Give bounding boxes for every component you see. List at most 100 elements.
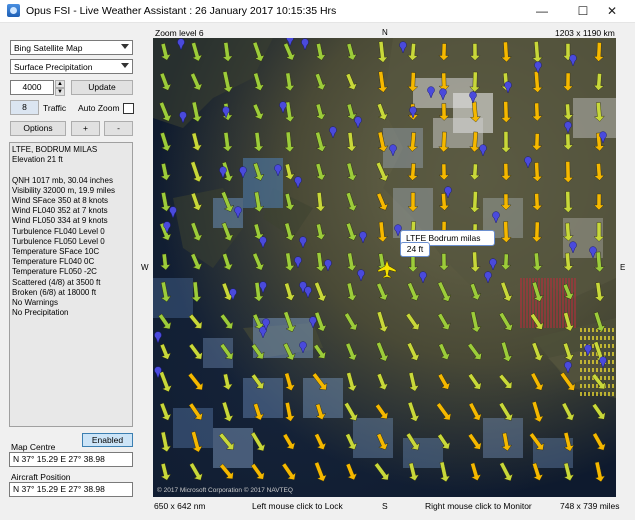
layer-select[interactable]: Surface Precipitation: [10, 59, 133, 74]
altitude-input[interactable]: 4000: [10, 80, 54, 95]
arrow-shape: [346, 162, 358, 181]
compass-south: S: [382, 501, 388, 511]
arrow-shape: [531, 401, 544, 423]
arrow-shape: [190, 161, 203, 183]
arrow-shape: [376, 341, 389, 362]
wind-arrow: [467, 342, 482, 360]
wind-arrow: [408, 372, 420, 392]
cloud-cell: [353, 418, 393, 458]
compass-west: W: [141, 263, 149, 272]
arrow-shape: [345, 73, 358, 91]
wind-arrow: [376, 282, 389, 301]
pin-shape: [219, 166, 227, 179]
wind-arrow: [221, 401, 234, 422]
wind-arrow: [376, 373, 389, 391]
arrow-shape: [315, 43, 327, 61]
wind-arrow: [376, 341, 389, 362]
arrow-shape: [345, 463, 358, 481]
wind-arrow: [345, 192, 358, 212]
arrow-shape: [187, 372, 204, 391]
arrow-shape: [498, 373, 513, 389]
map-type-value: Bing Satellite Map: [14, 43, 83, 53]
arrow-shape: [160, 463, 172, 481]
arrow-shape: [467, 373, 482, 390]
wind-arrow: [407, 401, 420, 422]
airport-pin: [329, 126, 337, 139]
cloud-cell: [383, 128, 423, 168]
arrow-shape: [284, 282, 296, 301]
wind-arrow: [315, 163, 327, 181]
wind-arrow: [591, 403, 606, 420]
arrow-shape: [282, 433, 296, 450]
airport-pin: [324, 259, 332, 272]
pin-shape: [154, 331, 162, 344]
enabled-button[interactable]: Enabled: [82, 433, 133, 447]
zoom-out-button[interactable]: -: [104, 121, 133, 136]
weather-info-box: LTFE, BODRUM MILAS Elevation 21 ft QNH 1…: [9, 142, 133, 427]
arrow-shape: [470, 311, 482, 333]
wind-arrow: [315, 103, 327, 120]
arrow-shape: [188, 343, 203, 360]
update-button[interactable]: Update: [71, 80, 133, 95]
arrow-shape: [315, 103, 327, 120]
airport-pin: [279, 101, 287, 114]
arrow-shape: [346, 132, 357, 152]
pin-shape: [299, 236, 307, 249]
arrow-shape: [189, 462, 203, 481]
wind-arrow: [407, 282, 420, 301]
wind-arrow: [284, 372, 296, 391]
weather-map[interactable]: LTFE Bodrum milas 24 ft © 2017 Microsoft…: [153, 38, 616, 497]
arrow-shape: [405, 312, 420, 331]
wind-arrow: [346, 162, 358, 181]
wind-arrow: [498, 373, 513, 389]
pin-shape: [259, 281, 267, 294]
wind-arrow: [345, 73, 358, 91]
options-button[interactable]: Options: [10, 121, 66, 136]
map-canvas: [153, 38, 616, 483]
wind-arrow: [437, 312, 451, 331]
arrow-shape: [191, 132, 203, 151]
arrow-shape: [377, 41, 389, 63]
altitude-down-button[interactable]: ▼: [55, 88, 65, 96]
arrow-shape: [376, 311, 389, 333]
arrow-shape: [314, 433, 327, 450]
wind-arrow: [284, 131, 295, 153]
traffic-label: Traffic: [43, 103, 67, 113]
close-button[interactable]: ✕: [589, 0, 635, 22]
arrow-shape: [592, 432, 606, 451]
arrow-shape: [499, 461, 514, 482]
minimize-button[interactable]: —: [519, 0, 565, 22]
map-pixel-size: 1203 x 1190 km: [555, 28, 615, 38]
cloud-cell: [573, 98, 616, 138]
map-centre-field[interactable]: N 37° 15.29 E 27° 38.98: [9, 452, 133, 467]
wind-arrow: [284, 252, 295, 272]
wind-arrow: [437, 373, 451, 390]
arrow-shape: [437, 373, 451, 390]
arrow-shape: [437, 312, 451, 331]
arrow-shape: [498, 312, 514, 331]
wind-arrow: [253, 132, 264, 152]
arrow-shape: [159, 343, 172, 360]
aircraft-position-field[interactable]: N 37° 15.29 E 27° 38.98: [9, 482, 133, 497]
aircraft-position-label: Aircraft Position: [11, 472, 71, 482]
arrow-shape: [284, 402, 296, 422]
arrow-shape: [314, 73, 327, 91]
arrow-shape: [315, 223, 326, 241]
wind-arrow: [499, 461, 514, 482]
arrow-shape: [344, 312, 358, 331]
auto-zoom-checkbox[interactable]: [123, 103, 134, 114]
altitude-up-button[interactable]: ▲: [55, 80, 65, 88]
traffic-count-button[interactable]: 8: [10, 100, 39, 115]
arrow-shape: [470, 462, 482, 481]
pin-shape: [154, 366, 162, 379]
airport-pin: [301, 38, 309, 51]
pin-shape: [294, 176, 302, 189]
zoom-in-button[interactable]: +: [71, 121, 100, 136]
wind-arrow: [159, 132, 172, 152]
arrow-shape: [314, 192, 326, 212]
zoom-level-label: Zoom level 6: [155, 28, 204, 38]
map-type-select[interactable]: Bing Satellite Map: [10, 40, 133, 55]
arrow-shape: [345, 192, 358, 212]
wind-arrow: [376, 192, 389, 211]
wind-arrow: [376, 311, 389, 333]
